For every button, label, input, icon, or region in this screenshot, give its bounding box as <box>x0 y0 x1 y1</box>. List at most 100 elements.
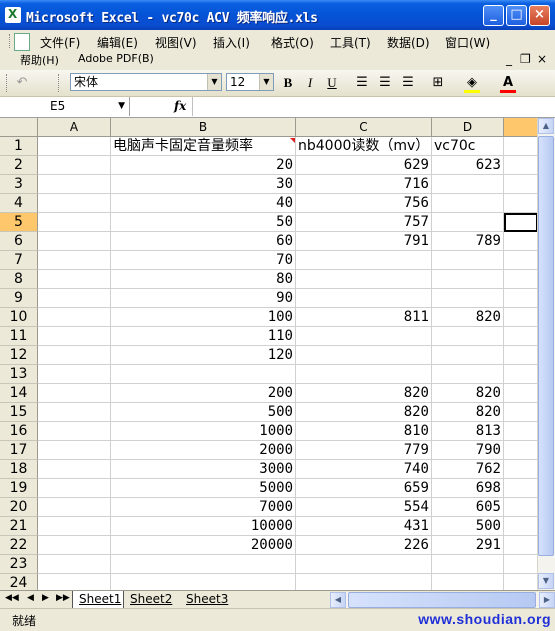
cell-c21[interactable]: 431 <box>296 517 432 536</box>
cell-e7[interactable] <box>504 251 538 270</box>
cell-d21[interactable]: 500 <box>432 517 504 536</box>
chevron-down-icon[interactable]: ▼ <box>207 74 221 90</box>
cell-e12[interactable] <box>504 346 538 365</box>
cell-d18[interactable]: 762 <box>432 460 504 479</box>
name-box[interactable]: E5 ▼ <box>0 97 130 116</box>
cell-d10[interactable]: 820 <box>432 308 504 327</box>
cell-c11[interactable] <box>296 327 432 346</box>
menu-grip[interactable] <box>9 34 13 48</box>
cell-e19[interactable] <box>504 479 538 498</box>
undo-icon[interactable]: ↶ <box>12 73 32 93</box>
scroll-right-icon[interactable]: ▶ <box>539 592 555 608</box>
row-header[interactable]: 17 <box>0 441 38 460</box>
row-header[interactable]: 4 <box>0 194 38 213</box>
cell-b11[interactable]: 110 <box>111 327 296 346</box>
tab-sheet3[interactable]: Sheet3 <box>186 591 238 608</box>
cell-e17[interactable] <box>504 441 538 460</box>
cell-b22[interactable]: 20000 <box>111 536 296 555</box>
cell-b21[interactable]: 10000 <box>111 517 296 536</box>
cell-d3[interactable] <box>432 175 504 194</box>
excel-app-icon[interactable] <box>5 7 21 23</box>
row-header[interactable]: 22 <box>0 536 38 555</box>
chevron-down-icon[interactable]: ▼ <box>118 97 125 116</box>
cell-a23[interactable] <box>38 555 111 574</box>
cell-b7[interactable]: 70 <box>111 251 296 270</box>
cell-c2[interactable]: 629 <box>296 156 432 175</box>
cell-a11[interactable] <box>38 327 111 346</box>
cell-b1[interactable]: 电脑声卡固定音量频率 <box>111 137 296 156</box>
cell-d8[interactable] <box>432 270 504 289</box>
select-all-corner[interactable] <box>0 118 38 137</box>
row-header[interactable]: 16 <box>0 422 38 441</box>
cell-c4[interactable]: 756 <box>296 194 432 213</box>
cell-a20[interactable] <box>38 498 111 517</box>
cell-e3[interactable] <box>504 175 538 194</box>
cell-b12[interactable]: 120 <box>111 346 296 365</box>
row-header[interactable]: 3 <box>0 175 38 194</box>
cell-d6[interactable]: 789 <box>432 232 504 251</box>
cell-b8[interactable]: 80 <box>111 270 296 289</box>
cell-b5[interactable]: 50 <box>111 213 296 232</box>
row-header[interactable]: 5 <box>0 213 38 232</box>
cell-a16[interactable] <box>38 422 111 441</box>
row-header[interactable]: 9 <box>0 289 38 308</box>
chevron-down-icon[interactable]: ▼ <box>259 74 273 90</box>
cell-c10[interactable]: 811 <box>296 308 432 327</box>
cell-d13[interactable] <box>432 365 504 384</box>
cell-a15[interactable] <box>38 403 111 422</box>
first-sheet-icon[interactable]: ◀◀ <box>5 593 19 603</box>
cell-b13[interactable] <box>111 365 296 384</box>
column-header-e[interactable] <box>504 118 538 137</box>
cell-e11[interactable] <box>504 327 538 346</box>
menu-window[interactable]: 窗口(W) <box>445 34 490 51</box>
menu-edit[interactable]: 编辑(E) <box>97 34 138 51</box>
align-right-icon[interactable]: ☰ <box>398 73 418 93</box>
cell-d11[interactable] <box>432 327 504 346</box>
cell-d7[interactable] <box>432 251 504 270</box>
bold-button[interactable]: B <box>278 73 298 93</box>
cell-c9[interactable] <box>296 289 432 308</box>
cell-e2[interactable] <box>504 156 538 175</box>
menu-adobe-pdf[interactable]: Adobe PDF(B) <box>78 52 154 65</box>
cell-b9[interactable]: 90 <box>111 289 296 308</box>
cell-a7[interactable] <box>38 251 111 270</box>
font-name-select[interactable]: 宋体 ▼ <box>70 73 222 91</box>
menu-format[interactable]: 格式(O) <box>271 34 314 51</box>
cell-a6[interactable] <box>38 232 111 251</box>
prev-sheet-icon[interactable]: ◀ <box>27 593 34 603</box>
toolbar-grip[interactable] <box>6 74 10 92</box>
align-left-icon[interactable]: ☰ <box>352 73 372 93</box>
cell-a8[interactable] <box>38 270 111 289</box>
cell-c19[interactable]: 659 <box>296 479 432 498</box>
cell-e23[interactable] <box>504 555 538 574</box>
cell-d17[interactable]: 790 <box>432 441 504 460</box>
cell-c15[interactable]: 820 <box>296 403 432 422</box>
menu-help[interactable]: 帮助(H) <box>20 52 59 68</box>
doc-close-button[interactable]: × <box>537 52 547 66</box>
cell-c16[interactable]: 810 <box>296 422 432 441</box>
row-header[interactable]: 12 <box>0 346 38 365</box>
cell-c1[interactable]: nb4000读数（mv） <box>296 137 432 156</box>
cell-b15[interactable]: 500 <box>111 403 296 422</box>
cell-d20[interactable]: 605 <box>432 498 504 517</box>
cell-a9[interactable] <box>38 289 111 308</box>
cell-e16[interactable] <box>504 422 538 441</box>
menu-insert[interactable]: 插入(I) <box>213 34 250 51</box>
cell-d1[interactable]: vc70c <box>432 137 504 156</box>
menu-data[interactable]: 数据(D) <box>387 34 430 51</box>
row-header[interactable]: 11 <box>0 327 38 346</box>
column-header-b[interactable]: B <box>111 118 296 137</box>
cell-d9[interactable] <box>432 289 504 308</box>
cell-a17[interactable] <box>38 441 111 460</box>
row-header[interactable]: 24 <box>0 574 38 590</box>
cell-c20[interactable]: 554 <box>296 498 432 517</box>
cell-a24[interactable] <box>38 574 111 590</box>
row-header[interactable]: 20 <box>0 498 38 517</box>
cell-e21[interactable] <box>504 517 538 536</box>
cell-c22[interactable]: 226 <box>296 536 432 555</box>
row-header[interactable]: 7 <box>0 251 38 270</box>
cell-b3[interactable]: 30 <box>111 175 296 194</box>
column-header-a[interactable]: A <box>38 118 111 137</box>
menu-tools[interactable]: 工具(T) <box>330 34 371 51</box>
cell-d15[interactable]: 820 <box>432 403 504 422</box>
